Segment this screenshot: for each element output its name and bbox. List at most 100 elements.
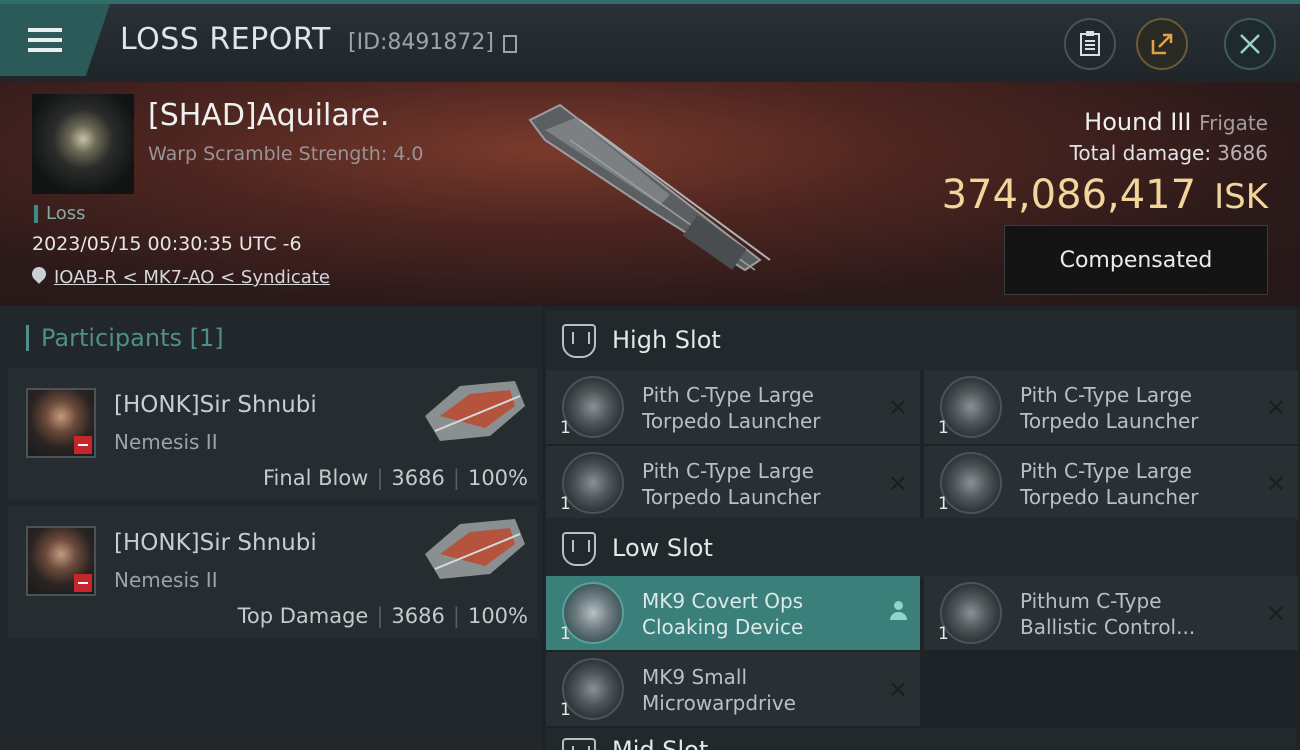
victim-ship-image [528,103,771,272]
destroyed-x-icon: ✕ [887,394,908,422]
loss-datetime: 2023/05/15 00:30:35 UTC -6 [32,233,302,255]
slot-icon [562,324,596,358]
destroyed-x-icon: ✕ [1265,394,1286,422]
participants-header: Participants [1] [26,325,224,351]
destroyed-x-icon: ✕ [887,470,908,498]
participant-damage: 3686 [391,466,445,490]
participant-role: Final Blow [263,466,369,490]
module-item[interactable]: 1 Pith C-Type Large Torpedo Launcher ✕ [924,446,1298,520]
torpedo-launcher-icon [562,452,624,514]
module-name-line1: Pithum C-Type [1020,589,1162,613]
slot-icon [562,738,596,750]
module-quantity: 1 [938,418,949,438]
mid-slot-header: Mid Slot [546,728,1296,750]
module-name: Pithum C-Type Ballistic Control... [1020,588,1250,640]
ship-class: Frigate [1199,111,1268,135]
module-item-selected[interactable]: 1 MK9 Covert Ops Cloaking Device [546,576,920,650]
high-slot-label: High Slot [612,326,721,354]
microwarpdrive-icon [562,658,624,720]
isk-value: 374,086,417 ISK [942,172,1268,218]
participants-label: Participants [41,324,182,352]
destroyed-x-icon: ✕ [1265,470,1286,498]
module-name: Pith C-Type Large Torpedo Launcher [1020,458,1250,510]
loss-tag: Loss [34,205,85,223]
module-name-line1: Pith C-Type Large [1020,459,1192,483]
module-name-line1: Pith C-Type Large [642,383,814,407]
module-name-line2: Torpedo Launcher [642,409,821,433]
participant-ship-image [425,381,525,441]
module-quantity: 1 [560,418,571,438]
module-name-line2: Torpedo Launcher [642,485,821,509]
module-name-line1: Pith C-Type Large [642,459,814,483]
module-item[interactable]: 1 Pith C-Type Large Torpedo Launcher ✕ [546,370,920,444]
module-name-line1: MK9 Covert Ops [642,589,804,613]
module-name-line1: MK9 Small [642,665,747,689]
victim-portrait[interactable] [32,94,134,194]
minus-icon [74,436,92,454]
participant-card[interactable]: [HONK]Sir Shnubi Nemesis II Final Blow | 3… [8,368,538,500]
module-quantity: 1 [938,494,949,514]
compensated-button[interactable]: Compensated [1004,225,1268,295]
participant-percent: 100% [467,466,528,490]
participant-stats: Top Damage | 3686 | 100% [237,604,528,628]
participant-role: Top Damage [237,604,369,628]
copy-icon[interactable] [503,35,517,53]
total-damage-value: 3686 [1217,141,1268,165]
ship-name: Hound III [1084,108,1192,136]
participant-ship: Nemesis II [114,568,218,592]
module-name-line2: Microwarpdrive [642,691,796,715]
module-item[interactable]: 1 Pithum C-Type Ballistic Control... ✕ [924,576,1298,650]
avatar [26,388,96,458]
page-title: LOSS REPORT [120,22,331,57]
victim-ship: Hound III Frigate [1084,108,1268,136]
total-damage: Total damage: 3686 [1070,141,1268,165]
participant-damage: 3686 [391,604,445,628]
isk-unit: ISK [1214,177,1268,217]
clipboard-icon [1080,31,1100,56]
module-name: Pith C-Type Large Torpedo Launcher [642,382,872,434]
clipboard-button[interactable] [1064,18,1116,70]
torpedo-launcher-icon [562,376,624,438]
participant-ship: Nemesis II [114,430,218,454]
module-name-line2: Torpedo Launcher [1020,409,1199,433]
destroyed-x-icon: ✕ [887,676,908,704]
low-slot-label: Low Slot [612,534,713,562]
module-quantity: 1 [560,624,571,644]
total-damage-label: Total damage: [1069,141,1212,165]
module-name-line2: Torpedo Launcher [1020,485,1199,509]
torpedo-launcher-icon [940,376,1002,438]
close-button[interactable] [1224,18,1276,70]
menu-icon [28,28,62,54]
cloaking-device-icon [562,582,624,644]
close-icon [1240,34,1260,54]
share-button[interactable] [1136,18,1188,70]
participant-name: [HONK]Sir Shnubi [114,392,317,418]
report-id: [ID:8491872] [348,30,494,55]
victim-name[interactable]: [SHAD]Aquilare. [148,98,389,133]
module-item[interactable]: 1 MK9 Small Microwarpdrive ✕ [546,652,920,726]
module-quantity: 1 [560,494,571,514]
module-item[interactable]: 1 Pith C-Type Large Torpedo Launcher ✕ [924,370,1298,444]
module-name-line2: Cloaking Device [642,615,804,639]
mid-slot-label: Mid Slot [612,736,709,750]
ballistic-control-icon [940,582,1002,644]
participant-name: [HONK]Sir Shnubi [114,530,317,556]
module-name-line1: Pith C-Type Large [1020,383,1192,407]
participant-card[interactable]: [HONK]Sir Shnubi Nemesis II Top Damage | 3… [8,506,538,638]
low-slot-header: Low Slot [546,518,1296,578]
location-link[interactable]: IOAB-R < MK7-AO < Syndicate [54,267,330,288]
high-slot-header: High Slot [546,310,1296,370]
module-name: MK9 Covert Ops Cloaking Device [642,588,872,640]
minus-icon [74,574,92,592]
avatar [26,526,96,596]
module-name: Pith C-Type Large Torpedo Launcher [642,458,872,510]
module-quantity: 1 [938,624,949,644]
pilot-icon [890,601,907,621]
module-name: Pith C-Type Large Torpedo Launcher [1020,382,1250,434]
slot-icon [562,532,596,566]
module-name: MK9 Small Microwarpdrive [642,664,872,716]
participant-percent: 100% [467,604,528,628]
share-icon [1151,33,1173,55]
module-name-line2: Ballistic Control... [1020,615,1196,639]
module-item[interactable]: 1 Pith C-Type Large Torpedo Launcher ✕ [546,446,920,520]
